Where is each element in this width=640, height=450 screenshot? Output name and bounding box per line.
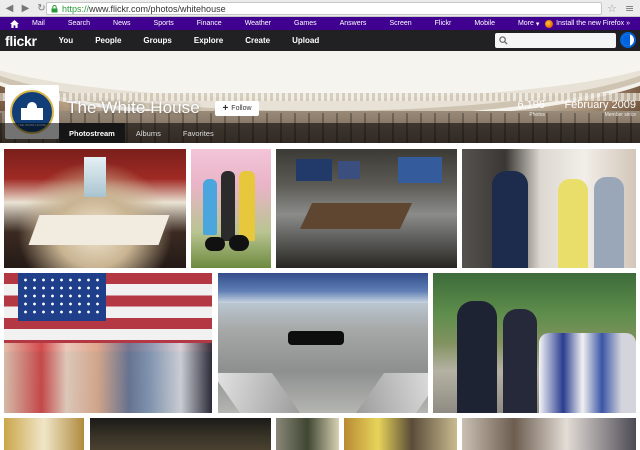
follow-button[interactable]: + Follow xyxy=(215,101,259,116)
browser-toolbar: ◀ ▶ ↻ https://www.flickr.com/photos/whit… xyxy=(0,0,640,17)
back-arrow-icon[interactable]: ◀ xyxy=(3,2,16,15)
search-input[interactable] xyxy=(495,33,616,48)
nav-link-explore[interactable]: Explore xyxy=(194,36,223,45)
yahoo-link-games[interactable]: Games xyxy=(294,20,317,27)
photo-detail xyxy=(288,331,344,345)
photo-detail xyxy=(4,343,212,413)
photo-thumbnail[interactable] xyxy=(276,418,339,450)
photo-detail xyxy=(299,203,413,229)
follow-label: Follow xyxy=(231,105,252,112)
yahoo-home-icon[interactable] xyxy=(8,19,21,29)
nav-link-people[interactable]: People xyxy=(95,36,121,45)
member-since-stat: February 2009 Member since xyxy=(555,99,636,118)
yahoo-link-finance[interactable]: Finance xyxy=(197,20,222,27)
member-since-value: February 2009 xyxy=(564,99,636,111)
member-since-label: Member since xyxy=(604,112,636,118)
star-icon[interactable]: ☆ xyxy=(607,2,617,15)
yahoo-link-sports[interactable]: Sports xyxy=(154,20,174,27)
firefox-icon xyxy=(545,19,554,28)
yahoo-link-mail[interactable]: Mail xyxy=(32,20,45,27)
plus-icon: + xyxy=(222,102,229,114)
photo-detail xyxy=(18,273,106,321)
photo-thumbnail[interactable] xyxy=(344,418,457,450)
photo-detail xyxy=(594,177,624,268)
yahoo-link-mobile[interactable]: Mobile xyxy=(474,20,495,27)
photo-detail xyxy=(492,171,528,268)
photo-thumbnail[interactable] xyxy=(191,149,271,268)
yahoo-more-menu[interactable]: More ▾ xyxy=(518,20,539,28)
url-path: www.flickr.com/photos/whitehouse xyxy=(89,3,226,14)
yahoo-link-search[interactable]: Search xyxy=(68,20,90,27)
photo-detail xyxy=(338,161,360,179)
firefox-promo-link[interactable]: Install the new Firefox » xyxy=(545,17,630,30)
photo-thumbnail[interactable] xyxy=(4,149,186,268)
photo-detail xyxy=(221,171,235,241)
photo-thumbnail[interactable] xyxy=(276,149,457,268)
photos-count-value: 6,196 xyxy=(517,99,545,111)
tab-photostream[interactable]: Photostream xyxy=(59,123,125,143)
yahoo-link-news[interactable]: News xyxy=(113,20,131,27)
lock-icon xyxy=(51,4,59,13)
photo-grid xyxy=(0,143,640,450)
yahoo-link-flickr[interactable]: Flickr xyxy=(435,20,452,27)
flickr-logo[interactable]: flickr xyxy=(5,33,37,49)
hamburger-menu-icon[interactable]: ≡ xyxy=(625,2,634,15)
nav-link-upload[interactable]: Upload xyxy=(292,36,319,45)
photos-count-label: Photos xyxy=(529,112,545,118)
tab-favorites[interactable]: Favorites xyxy=(172,123,225,143)
yahoo-link-answers[interactable]: Answers xyxy=(340,20,367,27)
photo-detail xyxy=(28,215,170,245)
url-protocol: https:// xyxy=(62,3,90,14)
photo-detail xyxy=(296,159,332,181)
nav-link-groups[interactable]: Groups xyxy=(143,36,171,45)
photo-thumbnail[interactable] xyxy=(462,418,636,450)
photos-count-stat: 6,196 Photos xyxy=(505,99,545,118)
photo-thumbnail[interactable] xyxy=(433,273,636,413)
photo-detail xyxy=(355,373,428,413)
photo-detail xyxy=(558,179,588,268)
yahoo-more-label: More xyxy=(517,20,534,27)
tab-albums[interactable]: Albums xyxy=(125,123,172,143)
yahoo-network-bar: Mail Search News Sports Finance Weather … xyxy=(0,17,640,30)
photo-detail xyxy=(503,309,537,413)
profile-tabs: Photostream Albums Favorites xyxy=(0,123,640,143)
photo-detail xyxy=(218,373,301,413)
yahoo-link-screen[interactable]: Screen xyxy=(389,20,411,27)
photo-detail xyxy=(229,235,249,251)
address-bar[interactable]: https://www.flickr.com/photos/whitehouse xyxy=(46,2,602,15)
photo-thumbnail[interactable] xyxy=(218,273,428,413)
flickr-header: flickr You People Groups Explore Create … xyxy=(0,30,640,51)
account-icon[interactable] xyxy=(620,32,636,48)
photo-detail xyxy=(539,333,636,413)
photo-detail xyxy=(84,157,106,197)
photo-detail xyxy=(239,171,255,241)
search-icon xyxy=(499,32,508,50)
photo-detail xyxy=(457,301,497,413)
photo-detail xyxy=(203,179,217,235)
forward-arrow-icon[interactable]: ▶ xyxy=(19,2,32,15)
photo-thumbnail[interactable] xyxy=(90,418,271,450)
chevron-down-icon: ▾ xyxy=(535,20,540,28)
firefox-promo-label: Install the new Firefox » xyxy=(556,20,630,27)
photo-detail xyxy=(205,237,225,251)
photo-thumbnail[interactable] xyxy=(4,273,212,413)
nav-link-you[interactable]: You xyxy=(59,36,74,45)
seal-house-shape xyxy=(21,102,43,120)
profile-name: The White House xyxy=(67,98,200,117)
photo-detail xyxy=(398,157,442,183)
nav-link-create[interactable]: Create xyxy=(245,36,270,45)
photo-detail xyxy=(218,273,428,303)
photo-thumbnail[interactable] xyxy=(4,418,84,450)
photo-thumbnail[interactable] xyxy=(462,149,636,268)
yahoo-link-weather[interactable]: Weather xyxy=(245,20,271,27)
